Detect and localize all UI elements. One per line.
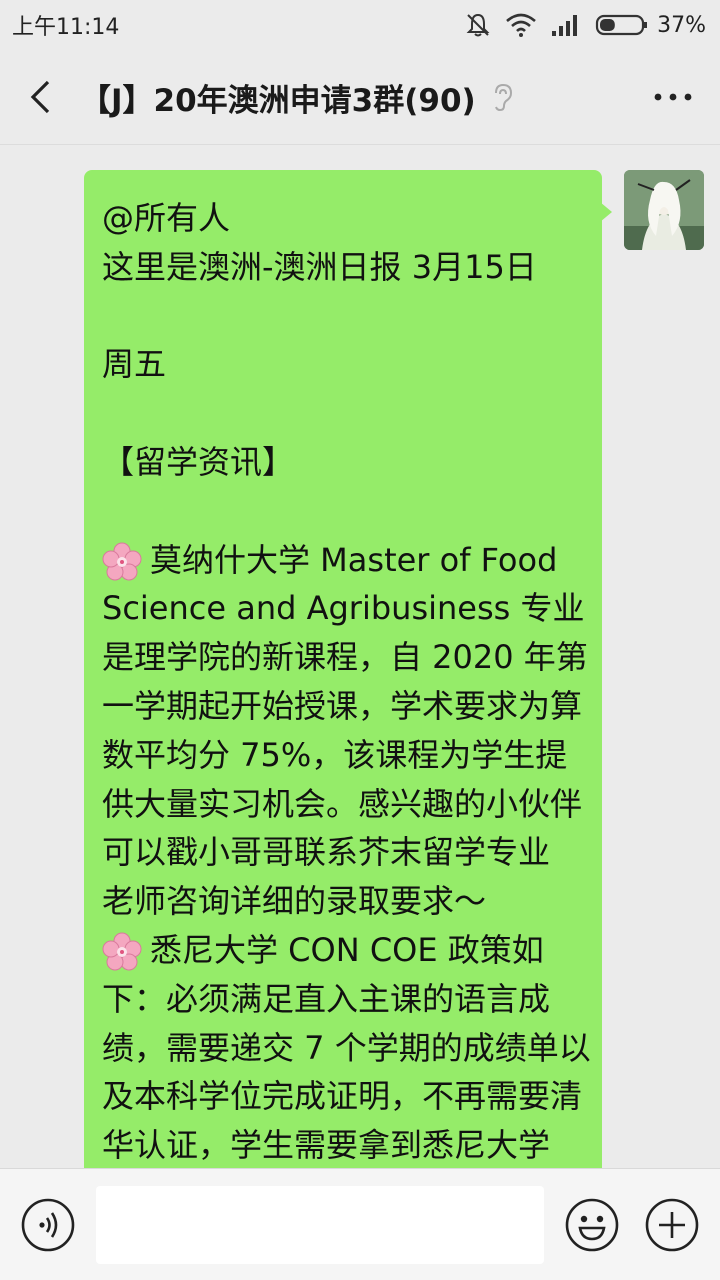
cherry-blossom-icon: [102, 542, 142, 581]
chat-area[interactable]: @所有人 这里是澳洲-澳洲日报 3月15日 周五 【留学资讯】 莫纳什大学 Ma…: [0, 146, 720, 1168]
message-input[interactable]: [96, 1186, 544, 1264]
message-line: 一学期起开始授课，学术要求为算: [102, 686, 583, 725]
plus-icon: [645, 1198, 699, 1252]
message-line: 华认证，学生需要拿到悉尼大学: [102, 1126, 551, 1165]
battery: 37%: [595, 13, 706, 38]
battery-icon: [595, 14, 648, 36]
ear-icon: [490, 82, 516, 112]
status-time: 上午11:14: [12, 15, 120, 40]
more-options-button[interactable]: [648, 72, 698, 122]
back-button[interactable]: [0, 50, 80, 145]
message-line: 供大量实习机会。感兴趣的小伙伴: [102, 784, 583, 823]
message-bubble[interactable]: @所有人 这里是澳洲-澳洲日报 3月15日 周五 【留学资讯】 莫纳什大学 Ma…: [84, 170, 602, 1168]
chat-title: 【J】20年澳洲申请3群(90): [80, 82, 476, 119]
chevron-left-icon: [30, 80, 50, 114]
message-line: 数平均分 75%，该课程为学生提: [102, 735, 568, 774]
signal-icon: [552, 15, 578, 36]
avatar[interactable]: [624, 170, 704, 250]
message-line: 及本科学位完成证明，不再需要清: [102, 1077, 583, 1116]
message-line-with-emoji: 莫纳什大学 Master of Food: [102, 536, 586, 585]
status-bar: 上午11:14 37%: [0, 0, 720, 50]
message-line: 老师咨询详细的录取要求～: [102, 882, 487, 921]
message-line: 绩，需要递交 7 个学期的成绩单以: [102, 1028, 591, 1067]
emoji-button[interactable]: [564, 1197, 620, 1253]
message-line-with-emoji: 悉尼大学 CON COE 政策如: [102, 926, 586, 975]
message-line: 可以戳小哥哥联系芥末留学专业: [102, 833, 551, 872]
message-line: 【留学资讯】: [102, 442, 295, 481]
message-text: 莫纳什大学 Master of Food: [150, 540, 558, 579]
message-line: 是理学院的新课程，自 2020 年第: [102, 638, 588, 677]
mute-bell-icon: [466, 13, 490, 37]
chat-header: 【J】20年澳洲申请3群(90): [0, 50, 720, 145]
message-line: 下：必须满足直入主课的语言成: [102, 979, 551, 1018]
message-line: @所有人: [102, 199, 231, 237]
more-dots-icon: [654, 93, 692, 101]
status-icons: 37%: [465, 12, 706, 38]
input-bar: [0, 1168, 720, 1280]
smiley-icon: [565, 1198, 619, 1252]
more-functions-button[interactable]: [644, 1197, 700, 1253]
message-text: 悉尼大学 CON COE 政策如: [150, 930, 544, 969]
voice-icon: [21, 1198, 75, 1252]
message-line: 这里是澳洲-澳洲日报 3月15日: [102, 247, 537, 286]
voice-input-button[interactable]: [20, 1197, 76, 1253]
message-line: 周五: [102, 345, 167, 384]
cherry-blossom-icon: [102, 932, 142, 971]
wifi-icon: [506, 13, 536, 37]
message-line: Science and Agribusiness 专业: [102, 589, 585, 628]
battery-percent: 37%: [657, 12, 706, 38]
